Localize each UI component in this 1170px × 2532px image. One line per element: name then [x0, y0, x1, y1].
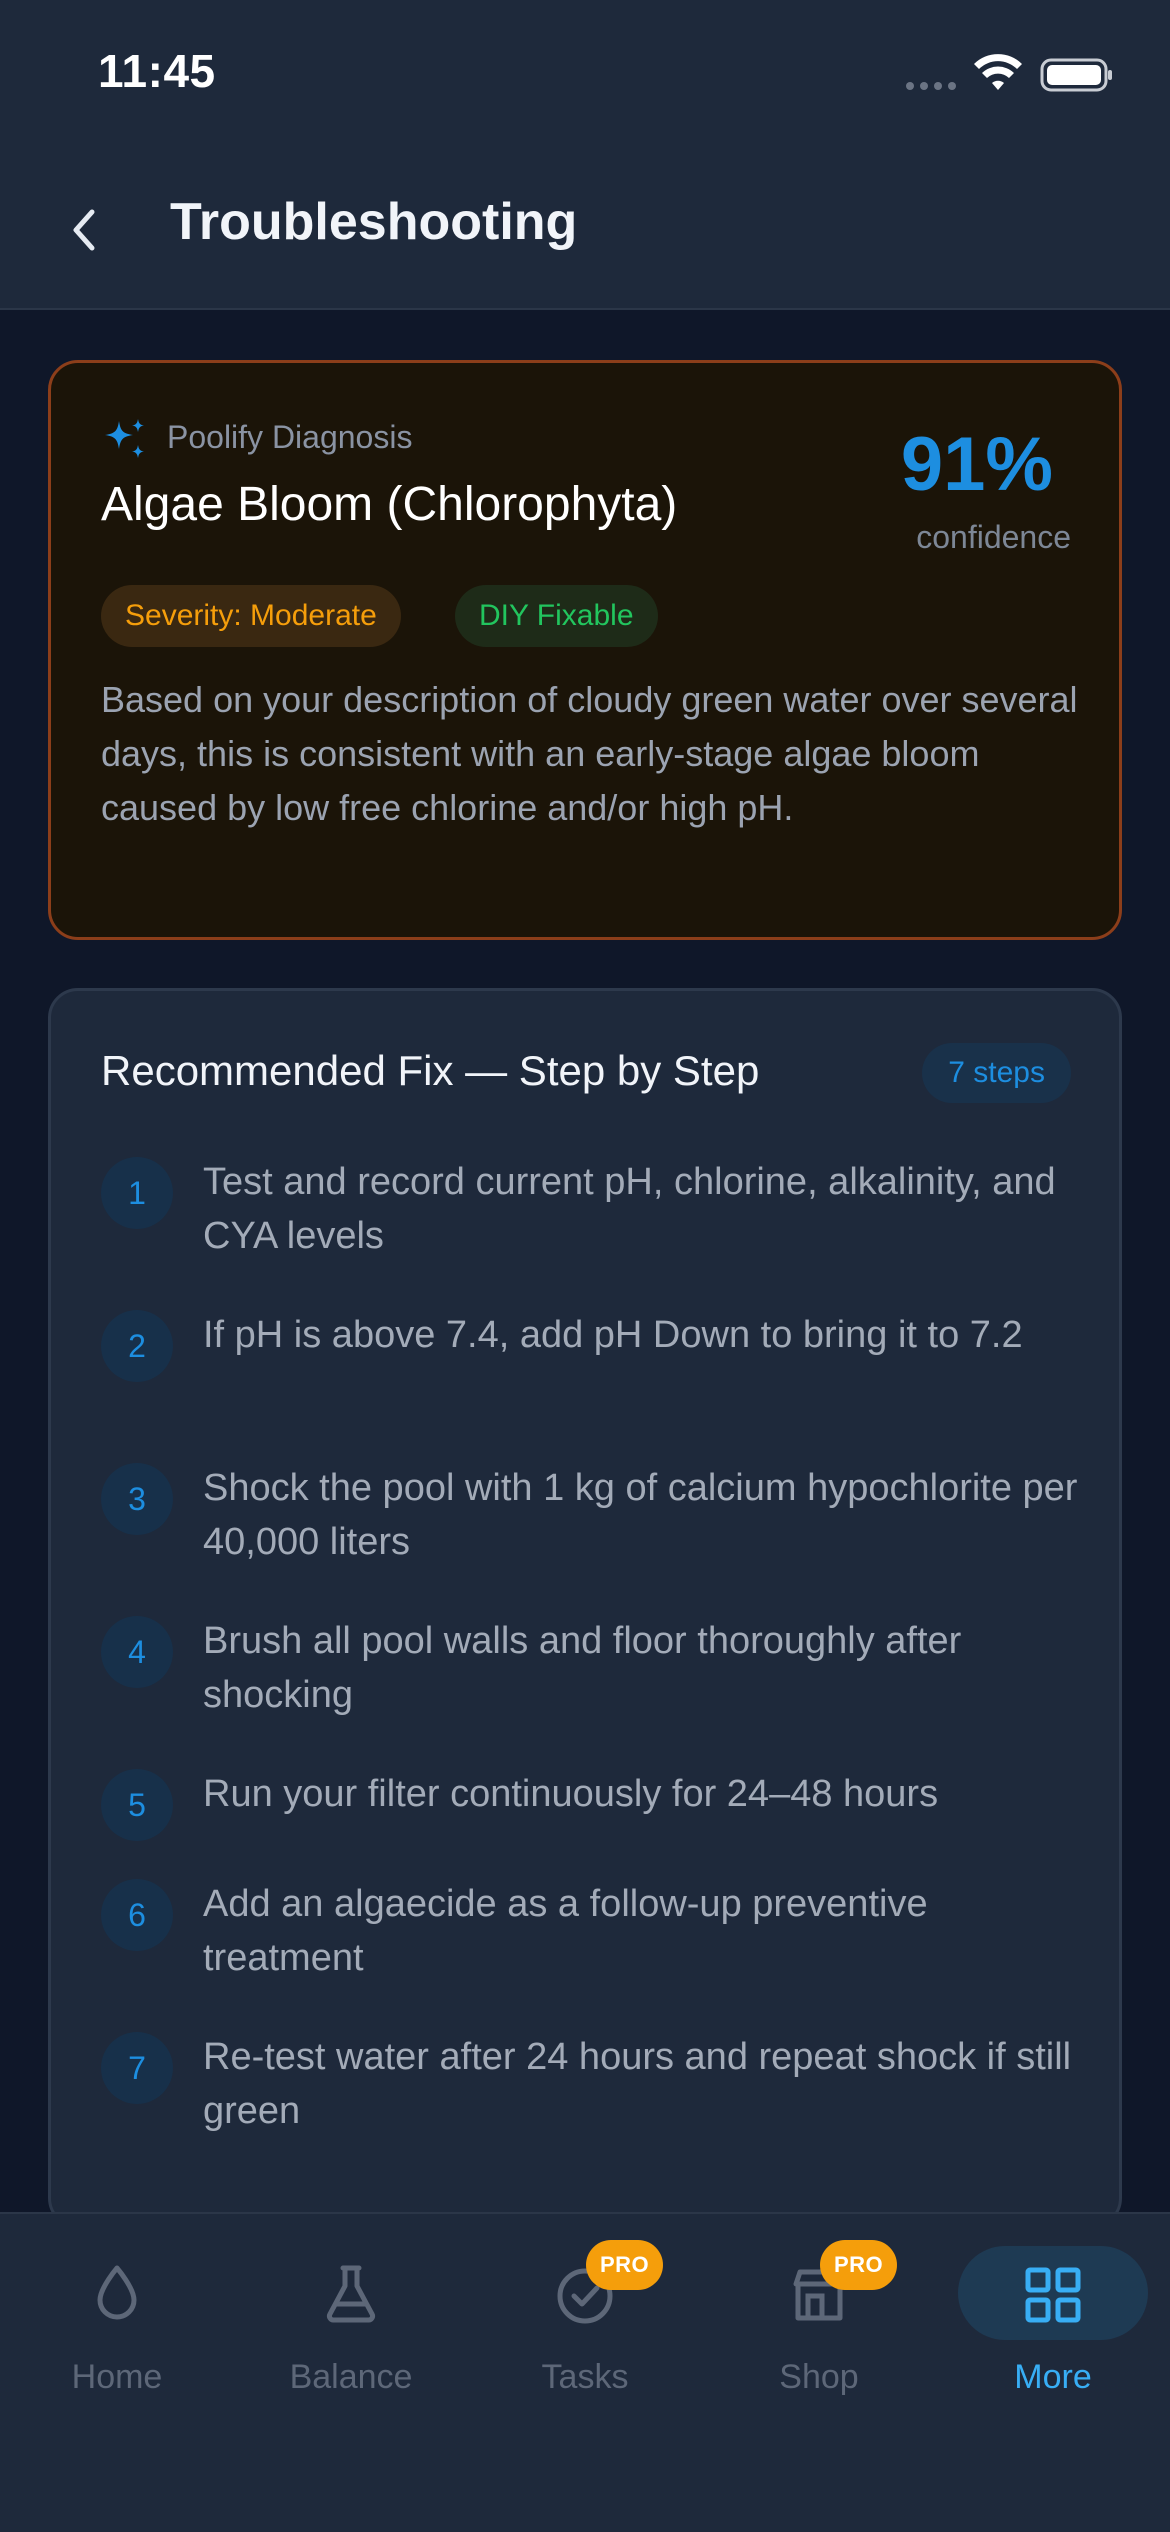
step-text: Brush all pool walls and floor thoroughl…	[203, 1620, 962, 1716]
diagnosis-description: Based on your description of cloudy gree…	[101, 679, 1078, 828]
wifi-icon	[974, 54, 1022, 90]
pro-badge: PRO	[820, 2240, 898, 2290]
pro-badge: PRO	[586, 2240, 664, 2290]
steps-count-badge: 7 steps	[922, 1043, 1071, 1103]
tab-shop[interactable]: PRO Shop	[702, 2214, 936, 2414]
app-header: Troubleshooting	[0, 150, 1170, 310]
diy-fixable-badge: DIY Fixable	[455, 585, 658, 647]
step-text: Add an algaecide as a follow-up preventi…	[203, 1883, 928, 1979]
grid-icon	[1025, 2267, 1081, 2323]
tab-tasks[interactable]: PRO Tasks	[468, 2214, 702, 2414]
step-number: 7	[101, 2032, 173, 2104]
tab-label: More	[1014, 2358, 1092, 2396]
diagnosis-title: Algae Bloom (Chlorophyta)	[101, 478, 678, 531]
diagnosis-label: Poolify Diagnosis	[167, 419, 413, 455]
steps-section-title: Recommended Fix — Step by Step	[101, 1047, 760, 1094]
step-number: 3	[101, 1463, 173, 1535]
tab-label: Balance	[289, 2358, 413, 2396]
status-bar: 11:45	[0, 0, 1170, 150]
tab-label: Tasks	[541, 2358, 629, 2396]
severity-badge: Severity: Moderate	[101, 585, 401, 647]
tab-balance[interactable]: Balance	[234, 2214, 468, 2414]
step-number: 1	[101, 1157, 173, 1229]
confidence-label: confidence	[916, 519, 1071, 555]
tab-label: Shop	[779, 2358, 859, 2396]
step-number: 4	[101, 1616, 173, 1688]
step-text: Run your filter continuously for 24–48 h…	[203, 1773, 939, 1815]
tab-home[interactable]: Home	[0, 2214, 234, 2414]
step-text: Re-test water after 24 hours and repeat …	[203, 2036, 1072, 2132]
sparkle-icon	[105, 419, 144, 458]
step-text: Shock the pool with 1 kg of calcium hypo…	[203, 1467, 1078, 1563]
diagnosis-card: Poolify Diagnosis Algae Bloom (Chlorophy…	[48, 360, 1122, 940]
page-title: Troubleshooting	[170, 193, 578, 251]
bottom-tab-bar: Home Balance PRO Tasks PRO Shop More	[0, 2212, 1170, 2532]
step-number: 6	[101, 1879, 173, 1951]
tab-label: Home	[71, 2358, 163, 2396]
back-chevron-icon[interactable]	[62, 198, 106, 262]
tab-more[interactable]: More	[936, 2214, 1170, 2414]
battery-icon	[1040, 58, 1112, 92]
droplet-icon	[97, 2265, 137, 2320]
step-number: 5	[101, 1769, 173, 1841]
step-number: 2	[101, 1310, 173, 1382]
flask-icon	[326, 2265, 376, 2323]
recommended-fix-card: Recommended Fix — Step by Step 7 steps 1…	[48, 988, 1122, 2228]
step-text: If pH is above 7.4, add pH Down to bring…	[203, 1314, 1023, 1356]
step-text: Test and record current pH, chlorine, al…	[203, 1161, 1056, 1257]
status-time: 11:45	[98, 45, 216, 97]
cellular-signal-icon	[906, 82, 956, 90]
confidence-value: 91%	[900, 422, 1053, 507]
